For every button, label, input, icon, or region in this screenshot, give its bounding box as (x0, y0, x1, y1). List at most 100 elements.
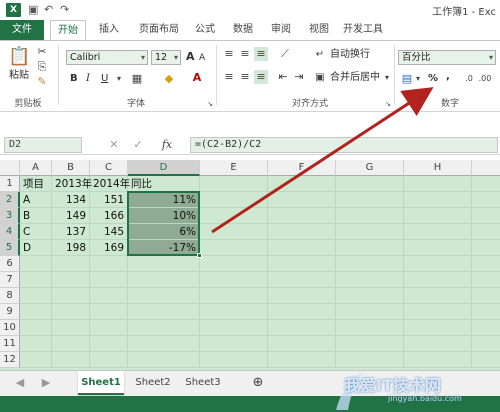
row-header-7[interactable]: 7 (0, 272, 20, 288)
row-header-12[interactable]: 12 (0, 352, 20, 368)
format-painter-icon[interactable]: ✎ (36, 75, 48, 89)
bold-button[interactable]: B (70, 72, 78, 86)
cell-h5[interactable] (404, 240, 472, 256)
cell-f1[interactable] (268, 176, 336, 192)
cell-g6[interactable] (336, 256, 404, 272)
cell-d7[interactable] (128, 272, 200, 288)
paste-button-label[interactable]: 粘贴 (9, 69, 29, 83)
cell-a6[interactable] (20, 256, 52, 272)
cell-b7[interactable] (52, 272, 90, 288)
cell-a4[interactable]: C (20, 224, 52, 240)
copy-icon[interactable]: ⎘ (36, 60, 48, 74)
tab-file[interactable]: 文件 (0, 20, 44, 40)
row-header-6[interactable]: 6 (0, 256, 20, 272)
cell-b11[interactable] (52, 336, 90, 352)
redo-icon[interactable]: ↷ (60, 2, 69, 18)
row-header-1[interactable]: 1 (0, 176, 20, 192)
align-middle-icon[interactable]: ≡ (238, 47, 252, 61)
formula-input[interactable]: =(C2-B2)/C2 (190, 137, 498, 153)
align-bottom-icon[interactable]: ≡ (254, 47, 268, 61)
cell-a1[interactable]: 项目 (20, 176, 52, 192)
row-header-4[interactable]: 4 (0, 224, 20, 240)
dialog-launcher-icon[interactable]: ↘ (206, 97, 214, 111)
undo-icon[interactable]: ↶ (44, 2, 53, 18)
tab-developer[interactable]: 开发工具 (338, 20, 388, 40)
cell-d8[interactable] (128, 288, 200, 304)
number-format-combo[interactable]: 百分比 ▾ (398, 50, 496, 65)
cell-f6[interactable] (268, 256, 336, 272)
cell-d12[interactable] (128, 352, 200, 368)
cell-a8[interactable] (20, 288, 52, 304)
cell-d1[interactable]: 同比 (128, 176, 200, 192)
cell-i2[interactable] (472, 192, 500, 208)
cell-d9[interactable] (128, 304, 200, 320)
cell-c4[interactable]: 145 (90, 224, 128, 240)
merge-center-button[interactable]: 合并后居中 (330, 71, 380, 85)
cell-f8[interactable] (268, 288, 336, 304)
orientation-icon[interactable]: ⟋ (276, 47, 294, 61)
borders-icon[interactable]: ▦ (130, 72, 144, 86)
chevron-down-icon[interactable]: ▾ (414, 72, 422, 86)
cell-g3[interactable] (336, 208, 404, 224)
cell-g11[interactable] (336, 336, 404, 352)
cell-c1[interactable]: 2014年 (90, 176, 130, 192)
add-sheet-icon[interactable]: ⊕ (248, 371, 268, 395)
fill-handle[interactable] (197, 253, 202, 258)
sheet-tab-sheet1[interactable]: Sheet1 (78, 371, 124, 395)
cell-d6[interactable] (128, 256, 200, 272)
name-box[interactable]: D2 (4, 137, 82, 153)
align-right-icon[interactable]: ≡ (254, 70, 268, 84)
cell-a5[interactable]: D (20, 240, 52, 256)
increase-indent-icon[interactable]: ⇥ (292, 70, 306, 84)
cell-e11[interactable] (200, 336, 268, 352)
cell-f4[interactable] (268, 224, 336, 240)
chevron-down-icon[interactable]: ▾ (383, 71, 391, 85)
cell-b4[interactable]: 137 (52, 224, 90, 240)
tab-insert[interactable]: 插入 (94, 20, 124, 40)
cell-a2[interactable]: A (20, 192, 52, 208)
cell-f10[interactable] (268, 320, 336, 336)
cell-f12[interactable] (268, 352, 336, 368)
cell-g4[interactable] (336, 224, 404, 240)
fill-color-icon[interactable]: ◆ (162, 72, 176, 86)
column-header-c[interactable]: C (90, 160, 128, 176)
cell-h2[interactable] (404, 192, 472, 208)
cell-b10[interactable] (52, 320, 90, 336)
cell-h4[interactable] (404, 224, 472, 240)
cell-c2[interactable]: 151 (90, 192, 128, 208)
decrease-decimal-icon[interactable]: .00 (478, 72, 492, 86)
column-header-e[interactable]: E (200, 160, 268, 176)
tab-page-layout[interactable]: 页面布局 (132, 20, 186, 40)
cell-b12[interactable] (52, 352, 90, 368)
tab-data[interactable]: 数据 (228, 20, 258, 40)
font-size-combo[interactable]: 12 ▾ (151, 50, 181, 65)
cell-g7[interactable] (336, 272, 404, 288)
cell-c9[interactable] (90, 304, 128, 320)
increase-decimal-icon[interactable]: .0 (462, 72, 476, 86)
cell-e8[interactable] (200, 288, 268, 304)
cell-b5[interactable]: 198 (52, 240, 90, 256)
cell-c11[interactable] (90, 336, 128, 352)
dialog-launcher-icon[interactable]: ↘ (384, 97, 392, 111)
column-header-h[interactable]: H (404, 160, 472, 176)
cell-i9[interactable] (472, 304, 500, 320)
cell-b8[interactable] (52, 288, 90, 304)
cell-g8[interactable] (336, 288, 404, 304)
cell-c3[interactable]: 166 (90, 208, 128, 224)
column-header-d[interactable]: D (128, 160, 200, 176)
tab-view[interactable]: 视图 (304, 20, 334, 40)
cell-e6[interactable] (200, 256, 268, 272)
worksheet-grid[interactable]: ABCDEFGHI1项目2013年2014年同比2A13415111%3B149… (0, 160, 500, 370)
cell-e10[interactable] (200, 320, 268, 336)
font-name-combo[interactable]: Calibri ▾ (66, 50, 148, 65)
cell-i8[interactable] (472, 288, 500, 304)
merge-center-icon[interactable]: ▣ (314, 71, 326, 85)
cell-e5[interactable] (200, 240, 268, 256)
cell-e2[interactable] (200, 192, 268, 208)
cell-e3[interactable] (200, 208, 268, 224)
cell-i5[interactable] (472, 240, 500, 256)
cell-h1[interactable] (404, 176, 472, 192)
italic-button[interactable]: I (86, 72, 90, 86)
select-all-corner[interactable] (0, 160, 20, 176)
cell-e7[interactable] (200, 272, 268, 288)
